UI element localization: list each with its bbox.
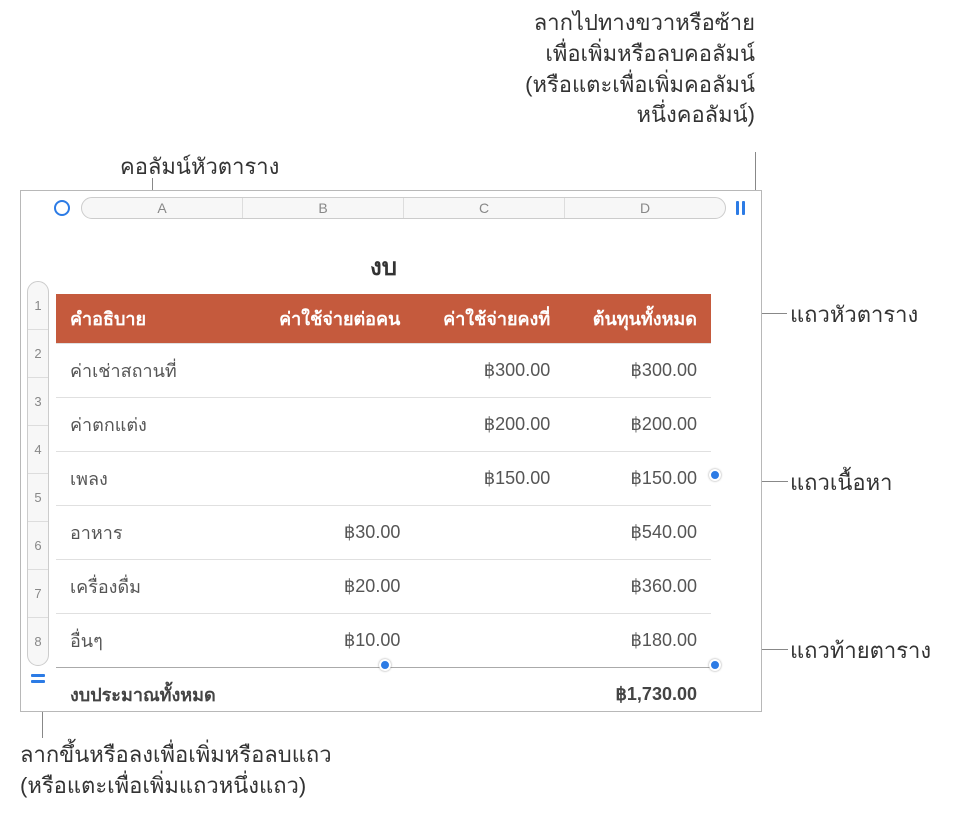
cell[interactable] [249,398,415,452]
callout-body-rows: แถวเนื้อหา [790,468,892,499]
rows-icon [31,674,45,683]
cell[interactable] [414,560,564,614]
cell[interactable]: ค่าเช่าสถานที่ [56,344,249,398]
cell[interactable]: ฿300.00 [564,344,711,398]
col-letter[interactable]: C [404,198,565,218]
cell[interactable]: ฿180.00 [564,614,711,668]
budget-table[interactable]: คำอธิบาย ค่าใช้จ่ายต่อคน ค่าใช้จ่ายคงที่… [56,294,711,721]
cell[interactable]: อาหาร [56,506,249,560]
add-row-handle[interactable] [27,667,49,689]
callout-line [755,152,756,192]
table-select-handle[interactable] [51,197,73,219]
row-number[interactable]: 8 [28,618,48,665]
cell[interactable]: ค่าตกแต่ง [56,398,249,452]
cell[interactable]: เครื่องดื่ม [56,560,249,614]
column-letter-bar[interactable]: A B C D [81,197,726,219]
row-number-bar[interactable]: 1 2 3 4 5 6 7 8 [27,281,49,666]
cell[interactable]: ฿150.00 [564,452,711,506]
table-content: งบ คำอธิบาย ค่าใช้จ่ายต่อคน ค่าใช้จ่ายคง… [56,229,711,661]
cell[interactable]: ฿200.00 [564,398,711,452]
selection-dot[interactable] [379,659,391,671]
callout-drag-columns: ลากไปทางขวาหรือซ้าย เพื่อเพิ่มหรือลบคอลั… [435,8,755,131]
table-frame: A B C D 1 2 3 4 5 6 7 8 งบ คำอธิบาย ค่าใ… [20,190,762,712]
header-row[interactable]: คำอธิบาย ค่าใช้จ่ายต่อคน ค่าใช้จ่ายคงที่… [56,294,711,344]
circle-icon [54,200,70,216]
table-row[interactable]: ค่าตกแต่ง ฿200.00 ฿200.00 [56,398,711,452]
row-number[interactable]: 1 [28,282,48,330]
callout-header-row: แถวหัวตาราง [790,300,918,331]
row-number[interactable]: 2 [28,330,48,378]
cell[interactable] [249,668,415,722]
table-row[interactable]: ค่าเช่าสถานที่ ฿300.00 ฿300.00 [56,344,711,398]
cell[interactable] [414,668,564,722]
footer-row[interactable]: งบประมาณทั้งหมด ฿1,730.00 [56,668,711,722]
callout-footer-row: แถวท้ายตาราง [790,636,931,667]
table-row[interactable]: อาหาร ฿30.00 ฿540.00 [56,506,711,560]
header-cell[interactable]: ค่าใช้จ่ายต่อคน [249,294,415,344]
callout-drag-rows: ลากขึ้นหรือลงเพื่อเพิ่มหรือลบแถว (หรือแต… [20,740,332,802]
cell[interactable]: ฿10.00 [249,614,415,668]
cell[interactable]: ฿540.00 [564,506,711,560]
table-title[interactable]: งบ [56,229,711,294]
cell[interactable]: ฿30.00 [249,506,415,560]
table-row[interactable]: เพลง ฿150.00 ฿150.00 [56,452,711,506]
cell[interactable]: ฿150.00 [414,452,564,506]
selection-dot[interactable] [709,469,721,481]
col-letter[interactable]: D [565,198,725,218]
add-column-handle[interactable] [729,197,751,219]
row-number[interactable]: 6 [28,522,48,570]
row-number[interactable]: 5 [28,474,48,522]
header-cell[interactable]: ค่าใช้จ่ายคงที่ [414,294,564,344]
row-number[interactable]: 3 [28,378,48,426]
cell[interactable] [414,506,564,560]
table-row[interactable]: เครื่องดื่ม ฿20.00 ฿360.00 [56,560,711,614]
cell[interactable] [414,614,564,668]
cell[interactable]: อื่นๆ [56,614,249,668]
cell[interactable]: ฿1,730.00 [564,668,711,722]
header-cell[interactable]: คำอธิบาย [56,294,249,344]
row-number[interactable]: 7 [28,570,48,618]
cell[interactable] [249,452,415,506]
selection-dot[interactable] [709,659,721,671]
cell[interactable]: ฿20.00 [249,560,415,614]
header-cell[interactable]: ต้นทุนทั้งหมด [564,294,711,344]
callout-header-column: คอลัมน์หัวตาราง [120,152,279,183]
cell[interactable]: งบประมาณทั้งหมด [56,668,249,722]
col-letter[interactable]: B [243,198,404,218]
col-letter[interactable]: A [82,198,243,218]
cell[interactable]: ฿300.00 [414,344,564,398]
cell[interactable]: เพลง [56,452,249,506]
row-number[interactable]: 4 [28,426,48,474]
cell[interactable] [249,344,415,398]
columns-icon [736,201,745,215]
cell[interactable]: ฿200.00 [414,398,564,452]
cell[interactable]: ฿360.00 [564,560,711,614]
